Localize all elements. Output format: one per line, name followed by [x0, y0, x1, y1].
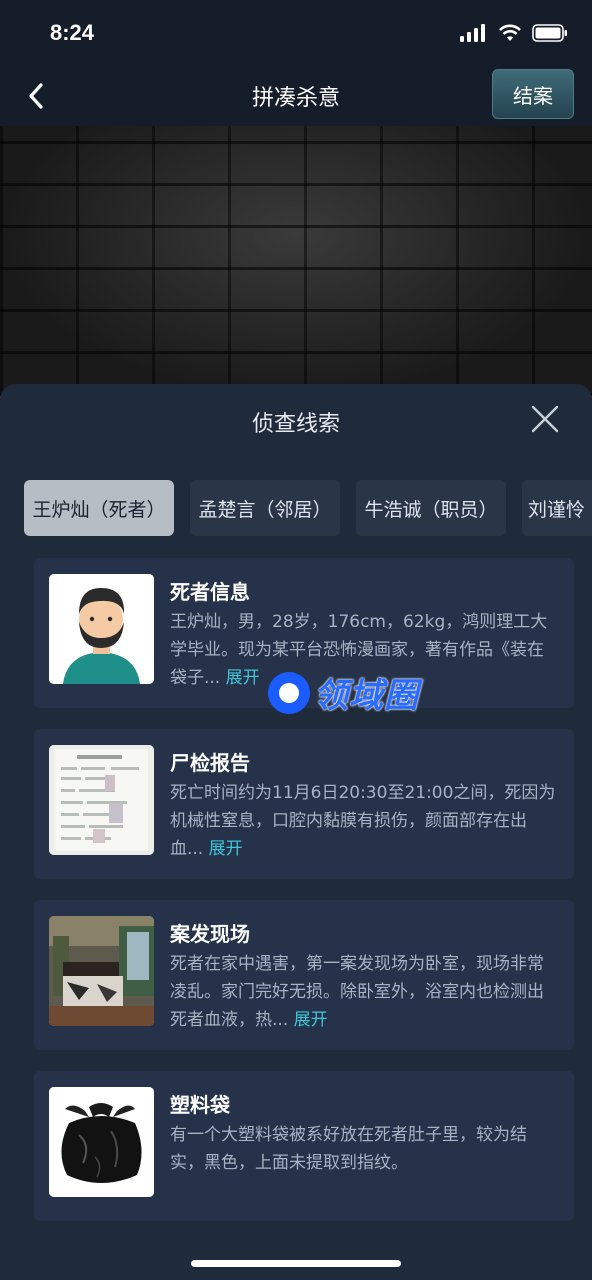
watermark-circle-icon — [268, 671, 310, 714]
expand-link[interactable]: 展开 — [294, 1010, 328, 1030]
clue-title: 塑料袋 — [170, 1093, 230, 1117]
clue-card[interactable]: 塑料袋 有一个大塑料袋被系好放在死者肚子里，较为结实，黑色，上面未提取到指纹。 — [34, 1071, 574, 1221]
close-case-button[interactable]: 结案 — [492, 69, 574, 119]
sheet-header: 侦查线索 — [0, 384, 592, 456]
clue-title: 案发现场 — [170, 922, 250, 946]
expand-link[interactable]: 展开 — [226, 668, 260, 688]
watermark-logo: 领域圈 — [268, 668, 419, 717]
wifi-icon — [499, 24, 521, 41]
bedroom-photo-icon — [49, 916, 154, 1026]
tab-neighbor[interactable]: 孟楚言（邻居） — [190, 480, 340, 536]
close-icon[interactable] — [530, 404, 560, 434]
clue-title: 尸检报告 — [170, 751, 250, 775]
nav-bar: 拼凑杀意 结案 — [0, 66, 592, 126]
expand-link[interactable]: 展开 — [209, 839, 243, 859]
status-icons — [460, 24, 568, 42]
sheet-title: 侦查线索 — [251, 412, 340, 437]
battery-icon — [532, 24, 567, 42]
clues-sheet: 侦查线索 王炉灿（死者） 孟楚言（邻居） 牛浩诚（职员） 刘谨怜 死者信息 王炉… — [0, 384, 592, 1280]
clue-list: 死者信息 王炉灿，男，28岁，176cm，62kg，鸿则理工大学毕业。现为某平台… — [34, 558, 574, 1242]
home-indicator — [191, 1260, 401, 1267]
suspect-tabs: 王炉灿（死者） 孟楚言（邻居） 牛浩诚（职员） 刘谨怜 — [24, 480, 592, 536]
clue-description-text: 死者在家中遇害，第一案发现场为卧室，现场非常凌乱。家门完好无损。除卧室外，浴室内… — [170, 954, 544, 1030]
clue-thumbnail — [49, 574, 154, 684]
clue-thumbnail — [49, 745, 154, 855]
hero-background-image — [0, 126, 592, 396]
clue-description: 死亡时间约为11月6日20:30至21:00之间，死因为机械性窒息，口腔内黏膜有… — [170, 779, 560, 863]
plastic-bag-icon — [49, 1087, 154, 1197]
tab-employee[interactable]: 牛浩诚（职员） — [356, 480, 506, 536]
clue-title: 死者信息 — [170, 580, 250, 604]
clue-description: 有一个大塑料袋被系好放在死者肚子里，较为结实，黑色，上面未提取到指纹。 — [170, 1121, 560, 1177]
status-time: 8:24 — [50, 20, 95, 45]
clue-thumbnail — [49, 1087, 154, 1197]
signal-icon — [460, 24, 485, 42]
clue-card[interactable]: 尸检报告 死亡时间约为11月6日20:30至21:00之间，死因为机械性窒息，口… — [34, 729, 574, 879]
tab-fourth[interactable]: 刘谨怜 — [522, 480, 592, 536]
status-bar: 8:24 — [0, 0, 592, 66]
tab-victim[interactable]: 王炉灿（死者） — [24, 480, 174, 536]
clue-description: 死者在家中遇害，第一案发现场为卧室，现场非常凌乱。家门完好无损。除卧室外，浴室内… — [170, 950, 560, 1034]
avatar-icon — [49, 574, 154, 684]
clue-description-text: 有一个大塑料袋被系好放在死者肚子里，较为结实，黑色，上面未提取到指纹。 — [170, 1125, 527, 1173]
watermark-text: 领域圈 — [314, 676, 419, 716]
clue-card[interactable]: 案发现场 死者在家中遇害，第一案发现场为卧室，现场非常凌乱。家门完好无损。除卧室… — [34, 900, 574, 1050]
report-document-icon — [49, 745, 154, 855]
clue-thumbnail — [49, 916, 154, 1026]
